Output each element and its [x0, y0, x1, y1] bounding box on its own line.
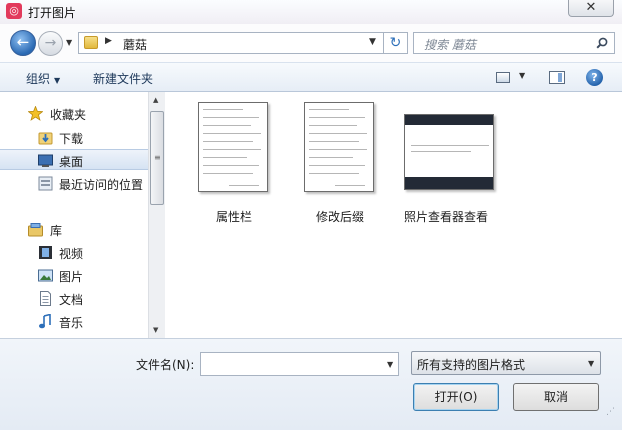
file-name: 照片查看器查看: [403, 210, 488, 224]
window-title: 打开图片: [28, 6, 77, 20]
nav-item-desktop[interactable]: 桌面: [0, 149, 148, 170]
file-item[interactable]: 属性栏: [182, 102, 286, 224]
open-button[interactable]: 打开(O): [413, 383, 499, 411]
view-icon[interactable]: [496, 72, 510, 83]
nav-item-downloads[interactable]: 下载: [0, 127, 148, 148]
video-icon: [39, 246, 52, 259]
filetype-value: 所有支持的图片格式: [417, 358, 526, 372]
nav-label-pictures: 图片: [59, 270, 84, 284]
breadcrumb-folder[interactable]: 蘑菇: [123, 36, 147, 53]
address-bar: ← → ▼ ▶ 蘑菇 ▼ ↻ 搜索 蘑菇: [0, 24, 622, 62]
search-placeholder: 搜索 蘑菇: [424, 38, 476, 52]
app-icon: ◎: [6, 3, 22, 19]
folder-icon: [84, 36, 98, 49]
chevron-down-icon: ▼: [588, 359, 595, 368]
nav-label-desktop: 桌面: [59, 155, 84, 169]
cancel-button[interactable]: 取消: [513, 383, 599, 411]
nav-label-downloads: 下载: [59, 132, 84, 146]
path-history-dropdown[interactable]: ▼: [369, 37, 376, 47]
recent-pages-dropdown[interactable]: ▼: [66, 38, 72, 47]
star-icon: [28, 106, 43, 121]
filename-input[interactable]: ▼: [200, 352, 399, 376]
close-button[interactable]: ✕: [568, 0, 614, 17]
resize-grip-icon[interactable]: ⋰: [606, 408, 618, 422]
nav-item-documents[interactable]: 文档: [0, 288, 148, 309]
music-icon: [39, 314, 51, 329]
desktop-icon: [38, 154, 53, 167]
file-thumbnail: [404, 114, 494, 190]
path-box[interactable]: ▶ 蘑菇 ▼: [78, 32, 384, 54]
file-list: 属性栏 修改后缀 照片查看器查看: [166, 92, 622, 338]
organize-label: 组织: [26, 72, 51, 86]
title-bar: ◎ 打开图片 ✕: [0, 0, 622, 24]
refresh-button[interactable]: ↻: [384, 32, 408, 54]
search-input[interactable]: 搜索 蘑菇: [413, 32, 615, 54]
chevron-down-icon: ▼: [54, 76, 61, 85]
nav-label-music: 音乐: [59, 316, 84, 330]
file-thumbnail: [198, 102, 268, 192]
filetype-select[interactable]: 所有支持的图片格式 ▼: [411, 351, 601, 375]
nav-item-music[interactable]: 音乐: [0, 311, 148, 332]
nav-item-favorites[interactable]: 收藏夹: [0, 103, 148, 124]
scroll-up-icon[interactable]: ▲: [153, 96, 158, 104]
organize-menu[interactable]: 组织 ▼: [26, 70, 60, 87]
preview-pane-icon[interactable]: [549, 71, 565, 84]
nav-label-recent-places: 最近访问的位置: [59, 178, 144, 192]
navigation-pane: 收藏夹 下载 桌面 最近访问的位置 库 视频 图片 文档 音乐: [0, 92, 148, 338]
scrollbar-thumb[interactable]: ≡: [150, 111, 164, 205]
nav-item-libraries[interactable]: 库: [0, 219, 148, 240]
scroll-down-icon[interactable]: ▼: [153, 326, 158, 334]
nav-item-recent-places[interactable]: 最近访问的位置: [0, 173, 148, 194]
nav-label-favorites: 收藏夹: [50, 108, 87, 122]
file-item[interactable]: 修改后缀: [288, 102, 392, 224]
nav-scrollbar[interactable]: ▲ ≡ ▼: [148, 92, 165, 338]
forward-button[interactable]: →: [38, 31, 63, 56]
pictures-icon: [38, 269, 53, 282]
breadcrumb-arrow-icon[interactable]: ▶: [105, 36, 112, 46]
file-thumbnail: [304, 102, 374, 192]
file-name: 属性栏: [215, 210, 252, 224]
file-item[interactable]: 照片查看器查看: [394, 102, 498, 224]
library-icon: [28, 223, 43, 237]
filename-label: 文件名(N):: [136, 358, 195, 372]
help-icon[interactable]: ?: [586, 69, 603, 86]
command-toolbar: 组织 ▼ 新建文件夹 ▼ ?: [0, 62, 622, 92]
nav-label-libraries: 库: [50, 224, 63, 238]
nav-label-documents: 文档: [59, 293, 84, 307]
file-name: 修改后缀: [315, 210, 364, 224]
download-folder-icon: [38, 132, 53, 145]
search-icon[interactable]: [596, 37, 608, 49]
bottom-panel: 文件名(N): ▼ 所有支持的图片格式 ▼ 打开(O) 取消: [0, 338, 622, 430]
back-button[interactable]: ←: [10, 30, 36, 56]
grip-icon: ≡: [154, 153, 161, 162]
view-dropdown-icon[interactable]: ▼: [519, 71, 525, 80]
recent-places-icon: [38, 176, 53, 191]
nav-item-videos[interactable]: 视频: [0, 242, 148, 263]
nav-label-videos: 视频: [59, 247, 84, 261]
new-folder-button[interactable]: 新建文件夹: [93, 70, 153, 87]
chevron-down-icon[interactable]: ▼: [387, 360, 393, 369]
nav-item-pictures[interactable]: 图片: [0, 265, 148, 286]
documents-icon: [40, 291, 51, 306]
